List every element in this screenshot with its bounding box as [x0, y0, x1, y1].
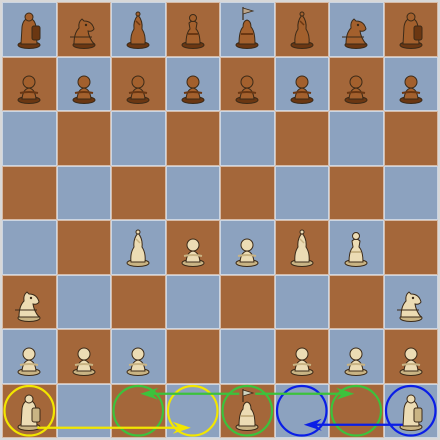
black-pawn-a7[interactable]: [3, 58, 56, 111]
square-f3[interactable]: [274, 274, 329, 329]
square-h6[interactable]: [383, 111, 438, 166]
square-e6[interactable]: [220, 111, 275, 166]
square-f1[interactable]: [274, 383, 329, 438]
square-b5[interactable]: [56, 165, 111, 220]
square-c3[interactable]: [111, 274, 166, 329]
square-g6[interactable]: [329, 111, 384, 166]
square-a2[interactable]: [2, 329, 57, 384]
black-king-e8[interactable]: [221, 3, 274, 56]
square-e1[interactable]: [220, 383, 275, 438]
square-h2[interactable]: [383, 329, 438, 384]
square-a4[interactable]: [2, 220, 57, 275]
square-d6[interactable]: [165, 111, 220, 166]
square-f8[interactable]: [274, 2, 329, 57]
square-f5[interactable]: [274, 165, 329, 220]
square-e7[interactable]: [220, 56, 275, 111]
square-f2[interactable]: [274, 329, 329, 384]
square-a7[interactable]: [2, 56, 57, 111]
black-pawn-h7[interactable]: [385, 58, 438, 111]
square-c4[interactable]: [111, 220, 166, 275]
square-b3[interactable]: [56, 274, 111, 329]
square-g3[interactable]: [329, 274, 384, 329]
white-king-e1[interactable]: [221, 385, 274, 438]
square-c7[interactable]: [111, 56, 166, 111]
black-pawn-g7[interactable]: [330, 58, 383, 111]
square-e5[interactable]: [220, 165, 275, 220]
square-g1[interactable]: [329, 383, 384, 438]
square-d4[interactable]: [165, 220, 220, 275]
square-a1[interactable]: [2, 383, 57, 438]
square-h7[interactable]: [383, 56, 438, 111]
white-queen-g4[interactable]: [330, 221, 383, 274]
black-pawn-b7[interactable]: [58, 58, 111, 111]
black-pawn-f7[interactable]: [276, 58, 329, 111]
square-c2[interactable]: [111, 329, 166, 384]
white-pawn-f2[interactable]: [276, 330, 329, 383]
square-b8[interactable]: [56, 2, 111, 57]
square-b1[interactable]: [56, 383, 111, 438]
square-f6[interactable]: [274, 111, 329, 166]
white-rook-h1[interactable]: [385, 385, 438, 438]
square-g5[interactable]: [329, 165, 384, 220]
square-h8[interactable]: [383, 2, 438, 57]
square-c6[interactable]: [111, 111, 166, 166]
white-knight-h3[interactable]: [385, 276, 438, 329]
square-e8[interactable]: [220, 2, 275, 57]
square-g8[interactable]: [329, 2, 384, 57]
square-d8[interactable]: [165, 2, 220, 57]
white-pawn-h2[interactable]: [385, 330, 438, 383]
square-a5[interactable]: [2, 165, 57, 220]
square-b2[interactable]: [56, 329, 111, 384]
square-g2[interactable]: [329, 329, 384, 384]
square-c5[interactable]: [111, 165, 166, 220]
square-b7[interactable]: [56, 56, 111, 111]
square-f4[interactable]: [274, 220, 329, 275]
square-a8[interactable]: [2, 2, 57, 57]
white-bishop-c4[interactable]: [112, 221, 165, 274]
square-h4[interactable]: [383, 220, 438, 275]
square-b4[interactable]: [56, 220, 111, 275]
square-g7[interactable]: [329, 56, 384, 111]
white-pawn-a2[interactable]: [3, 330, 56, 383]
square-c1[interactable]: [111, 383, 166, 438]
white-pawn-b2[interactable]: [58, 330, 111, 383]
white-knight-a3[interactable]: [3, 276, 56, 329]
square-e4[interactable]: [220, 220, 275, 275]
black-pawn-e7[interactable]: [221, 58, 274, 111]
white-pawn-d4[interactable]: [167, 221, 220, 274]
black-pawn-c7[interactable]: [112, 58, 165, 111]
square-b6[interactable]: [56, 111, 111, 166]
square-e3[interactable]: [220, 274, 275, 329]
square-d1[interactable]: [165, 383, 220, 438]
square-h5[interactable]: [383, 165, 438, 220]
square-d5[interactable]: [165, 165, 220, 220]
white-rook-a1[interactable]: [3, 385, 56, 438]
square-g4[interactable]: [329, 220, 384, 275]
chess-board-frame: [0, 0, 440, 440]
square-a3[interactable]: [2, 274, 57, 329]
square-h1[interactable]: [383, 383, 438, 438]
square-h3[interactable]: [383, 274, 438, 329]
white-pawn-g2[interactable]: [330, 330, 383, 383]
square-d2[interactable]: [165, 329, 220, 384]
chess-board[interactable]: [2, 2, 438, 438]
square-e2[interactable]: [220, 329, 275, 384]
black-rook-a8[interactable]: [3, 3, 56, 56]
black-rook-h8[interactable]: [385, 3, 438, 56]
square-c8[interactable]: [111, 2, 166, 57]
black-bishop-f8[interactable]: [276, 3, 329, 56]
black-knight-b8[interactable]: [58, 3, 111, 56]
square-d3[interactable]: [165, 274, 220, 329]
black-pawn-d7[interactable]: [167, 58, 220, 111]
square-f7[interactable]: [274, 56, 329, 111]
white-pawn-e4[interactable]: [221, 221, 274, 274]
white-bishop-f4[interactable]: [276, 221, 329, 274]
black-knight-g8[interactable]: [330, 3, 383, 56]
square-a6[interactable]: [2, 111, 57, 166]
square-d7[interactable]: [165, 56, 220, 111]
white-pawn-c2[interactable]: [112, 330, 165, 383]
black-queen-d8[interactable]: [167, 3, 220, 56]
black-bishop-c8[interactable]: [112, 3, 165, 56]
